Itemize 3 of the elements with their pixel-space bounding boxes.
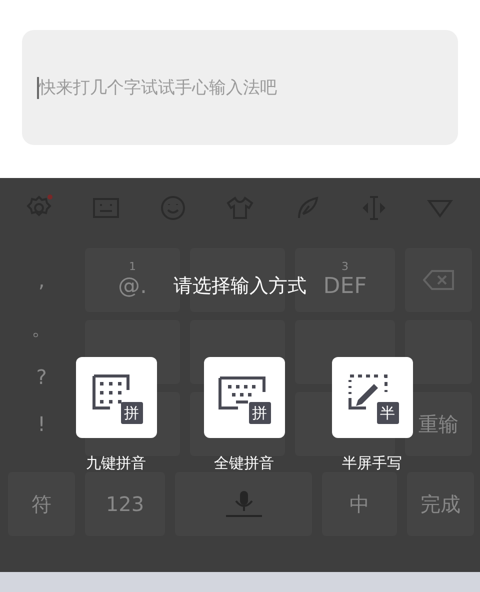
option-badge: 半 <box>376 402 398 424</box>
option-badge: 拼 <box>248 402 270 424</box>
option-badge: 拼 <box>120 402 142 424</box>
